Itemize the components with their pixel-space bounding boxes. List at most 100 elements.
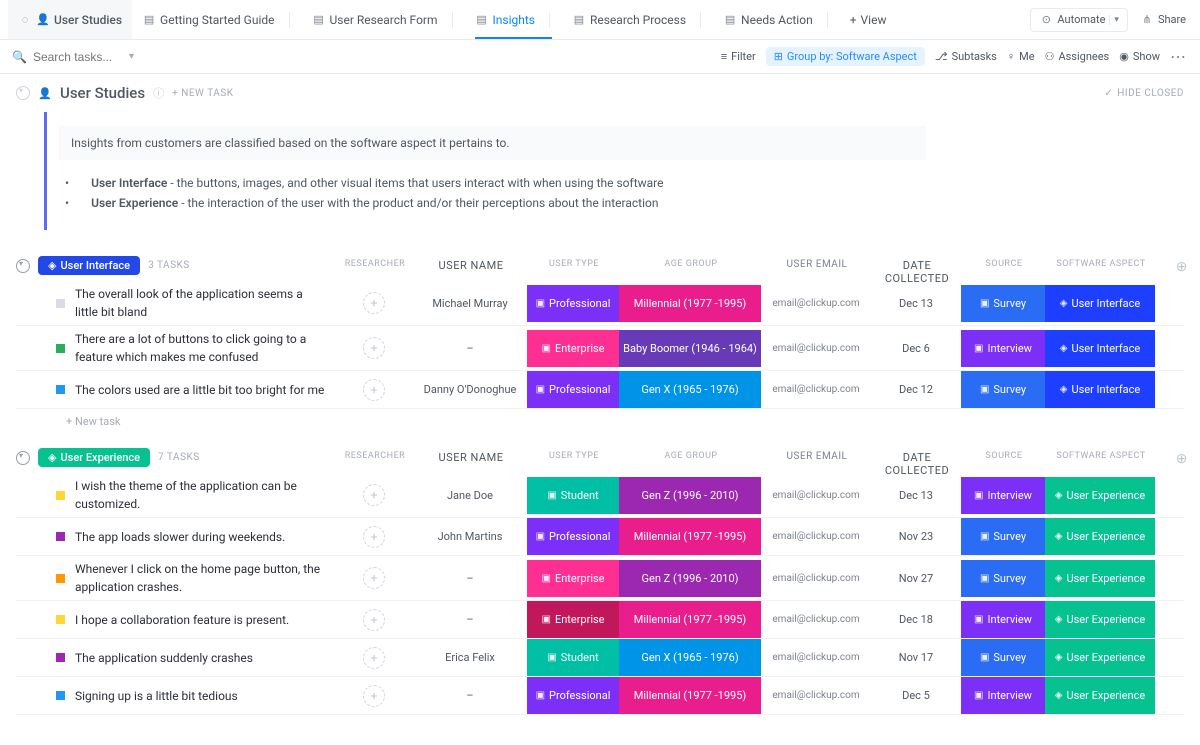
source-cell[interactable]: ▣Survey	[961, 285, 1045, 322]
col-head-usertype[interactable]: USER TYPE	[528, 259, 620, 285]
col-head-source[interactable]: SOURCE	[962, 451, 1046, 477]
col-head-researcher[interactable]: RESEARCHER	[336, 451, 414, 477]
tab-research-process[interactable]: ▤Research Process	[562, 0, 713, 39]
aspect-cell[interactable]: ◈User Experience	[1045, 560, 1155, 597]
usertype-cell[interactable]: ▣Enterprise	[527, 560, 619, 597]
table-row[interactable]: I hope a collaboration feature is presen…	[16, 601, 1184, 639]
agegroup-cell[interactable]: Millennial (1977 -1995)	[619, 601, 761, 638]
table-row[interactable]: The colors used are a little bit too bri…	[16, 371, 1184, 409]
col-head-datecol[interactable]: DATE COLLECTED	[872, 259, 962, 285]
usertype-cell[interactable]: ▣Enterprise	[527, 330, 619, 367]
group-toggle[interactable]	[16, 259, 30, 273]
col-head-agegroup[interactable]: AGE GROUP	[620, 259, 762, 285]
usertype-cell[interactable]: ▣Professional	[527, 285, 619, 322]
col-head-username[interactable]: USER NAME	[414, 259, 528, 285]
hide-closed-button[interactable]: ✓ HIDE CLOSED	[1104, 88, 1184, 99]
group-by-button[interactable]: ⊞Group by: Software Aspect	[766, 47, 925, 66]
agegroup-cell[interactable]: Gen X (1965 - 1976)	[619, 371, 761, 408]
researcher-cell[interactable]: +	[335, 379, 413, 401]
tab-getting-started-guide[interactable]: ▤Getting Started Guide	[132, 0, 301, 39]
status-square[interactable]	[56, 491, 65, 500]
researcher-cell[interactable]: +	[335, 567, 413, 589]
task-name[interactable]: There are a lot of buttons to click goin…	[65, 326, 335, 370]
source-cell[interactable]: ▣Survey	[961, 518, 1045, 555]
filter-button[interactable]: ≡Filter	[721, 50, 756, 63]
usertype-cell[interactable]: ▣Professional	[527, 371, 619, 408]
add-column-icon[interactable]: ⊕	[1176, 259, 1188, 275]
status-square[interactable]	[56, 615, 65, 624]
me-button[interactable]: ♀Me	[1007, 50, 1035, 63]
task-name[interactable]: The app loads slower during weekends.	[65, 524, 335, 550]
add-column-icon[interactable]: ⊕	[1176, 451, 1188, 467]
aspect-cell[interactable]: ◈User Interface	[1045, 371, 1155, 408]
status-square[interactable]	[56, 691, 65, 700]
aspect-cell[interactable]: ◈User Interface	[1045, 330, 1155, 367]
source-cell[interactable]: ▣Survey	[961, 639, 1045, 676]
collapse-toggle[interactable]	[16, 86, 30, 100]
col-head-useremail[interactable]: USER EMAIL	[762, 259, 872, 285]
status-square[interactable]	[56, 574, 65, 583]
avatar-placeholder[interactable]: +	[363, 609, 385, 631]
researcher-cell[interactable]: +	[335, 647, 413, 669]
avatar-placeholder[interactable]: +	[363, 647, 385, 669]
aspect-cell[interactable]: ◈User Interface	[1045, 285, 1155, 322]
status-square[interactable]	[56, 299, 65, 308]
show-button[interactable]: ◉Show	[1119, 50, 1160, 63]
chevron-down-icon[interactable]: ▾	[129, 51, 134, 62]
agegroup-cell[interactable]: Gen Z (1996 - 2010)	[619, 560, 761, 597]
tab-insights[interactable]: ▤Insights	[465, 0, 562, 39]
automate-button[interactable]: ⊙ Automate ▾	[1030, 8, 1128, 32]
agegroup-cell[interactable]: Millennial (1977 -1995)	[619, 285, 761, 322]
task-name[interactable]: The colors used are a little bit too bri…	[65, 377, 335, 403]
tab-needs-action[interactable]: ▤Needs Action	[713, 0, 840, 39]
table-row[interactable]: The overall look of the application seem…	[16, 281, 1184, 326]
task-name[interactable]: I hope a collaboration feature is presen…	[65, 607, 335, 633]
avatar-placeholder[interactable]: +	[363, 379, 385, 401]
task-name[interactable]: I wish the theme of the application can …	[65, 473, 335, 517]
table-row[interactable]: Whenever I click on the home page button…	[16, 556, 1184, 601]
task-name[interactable]: Whenever I click on the home page button…	[65, 556, 335, 600]
usertype-cell[interactable]: ▣Professional	[527, 518, 619, 555]
researcher-cell[interactable]: +	[335, 292, 413, 314]
researcher-cell[interactable]: +	[335, 337, 413, 359]
share-button[interactable]: ⋔ Share	[1134, 9, 1192, 31]
avatar-placeholder[interactable]: +	[363, 292, 385, 314]
group-toggle[interactable]	[16, 451, 30, 465]
subtasks-button[interactable]: ⎇Subtasks	[935, 50, 997, 63]
info-icon[interactable]: ⓘ	[153, 85, 164, 101]
aspect-cell[interactable]: ◈User Experience	[1045, 677, 1155, 714]
aspect-cell[interactable]: ◈User Experience	[1045, 477, 1155, 514]
agegroup-cell[interactable]: Millennial (1977 -1995)	[619, 518, 761, 555]
group-label[interactable]: ◈User Interface	[38, 256, 140, 275]
source-cell[interactable]: ▣Survey	[961, 560, 1045, 597]
col-head-source[interactable]: SOURCE	[962, 259, 1046, 285]
search-input[interactable]	[33, 50, 123, 64]
agegroup-cell[interactable]: Millennial (1977 -1995)	[619, 677, 761, 714]
search-container[interactable]: 🔍 ▾	[12, 50, 721, 64]
avatar-placeholder[interactable]: +	[363, 685, 385, 707]
add-view[interactable]: + View	[840, 0, 897, 39]
aspect-cell[interactable]: ◈User Experience	[1045, 518, 1155, 555]
table-row[interactable]: There are a lot of buttons to click goin…	[16, 326, 1184, 371]
task-name[interactable]: The overall look of the application seem…	[65, 281, 335, 325]
source-cell[interactable]: ▣Interview	[961, 601, 1045, 638]
col-head-aspect[interactable]: SOFTWARE ASPECT	[1046, 259, 1156, 285]
new-task-row[interactable]: + New task	[16, 409, 1184, 428]
source-cell[interactable]: ▣Interview	[961, 477, 1045, 514]
source-cell[interactable]: ▣Interview	[961, 330, 1045, 367]
researcher-cell[interactable]: +	[335, 526, 413, 548]
col-head-useremail[interactable]: USER EMAIL	[762, 451, 872, 477]
agegroup-cell[interactable]: Baby Boomer (1946 - 1964)	[619, 330, 761, 367]
agegroup-cell[interactable]: Gen X (1965 - 1976)	[619, 639, 761, 676]
col-head-username[interactable]: USER NAME	[414, 451, 528, 477]
project-tab[interactable]: ◌ 👤 User Studies	[8, 0, 132, 39]
avatar-placeholder[interactable]: +	[363, 484, 385, 506]
table-row[interactable]: The app loads slower during weekends.+Jo…	[16, 518, 1184, 556]
more-menu[interactable]: ⋯	[1170, 47, 1188, 66]
researcher-cell[interactable]: +	[335, 685, 413, 707]
table-row[interactable]: The application suddenly crashes+Erica F…	[16, 639, 1184, 677]
usertype-cell[interactable]: ▣Professional	[527, 677, 619, 714]
task-name[interactable]: Signing up is a little bit tedious	[65, 683, 335, 709]
usertype-cell[interactable]: ▣Student	[527, 639, 619, 676]
status-square[interactable]	[56, 532, 65, 541]
